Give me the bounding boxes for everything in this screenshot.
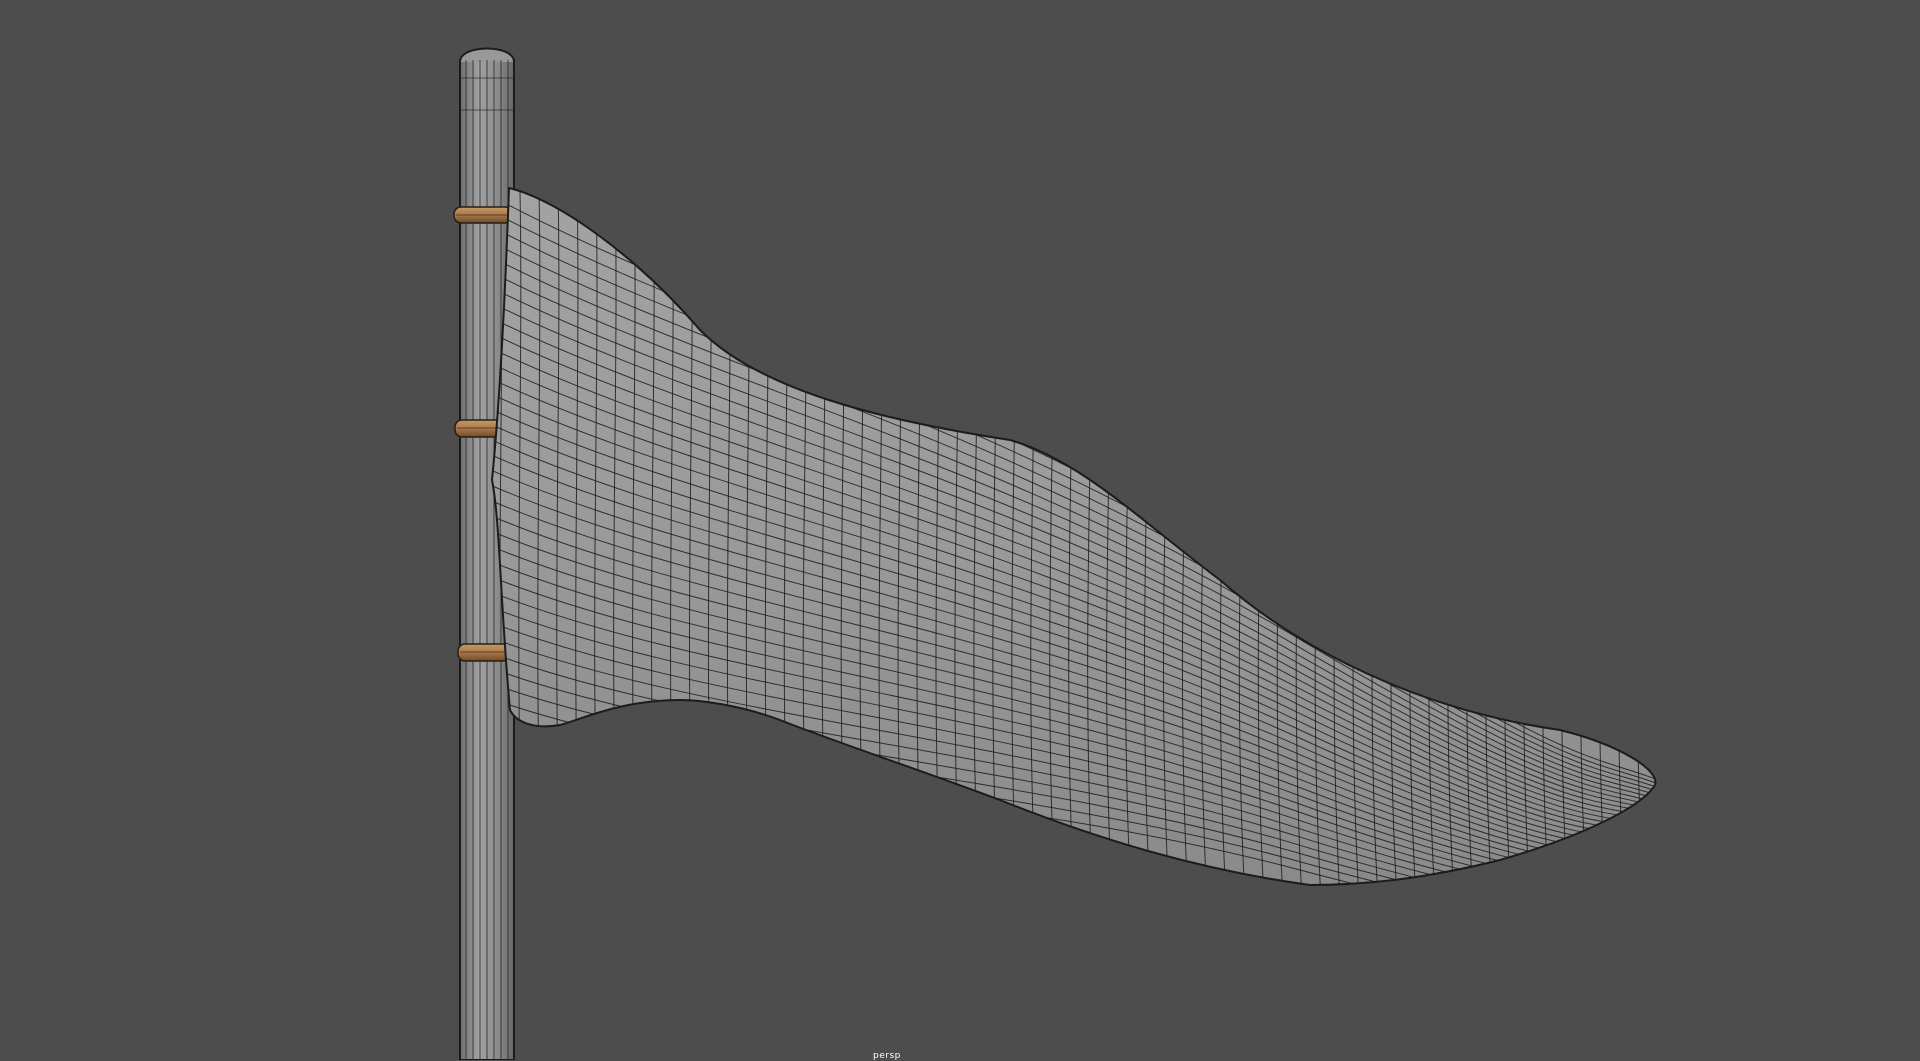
pole-ring-top[interactable] <box>453 206 513 224</box>
3d-viewport[interactable]: persp <box>0 0 1920 1061</box>
scene-canvas <box>453 47 1680 1060</box>
pole-ring-bottom[interactable] <box>457 643 511 662</box>
flag-cloth[interactable] <box>480 150 1680 920</box>
